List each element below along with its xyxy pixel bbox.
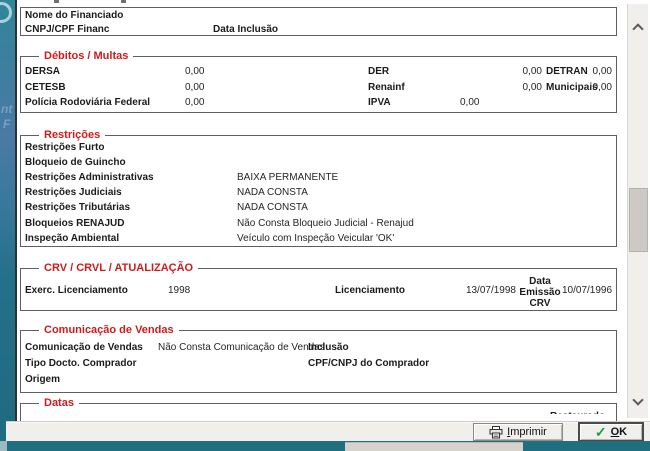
- exerc-licenciamento-label: Exerc. Licenciamento: [25, 285, 128, 296]
- vertical-scrollbar[interactable]: [627, 4, 648, 418]
- inspecao-ambiental-label: Inspeção Ambiental: [25, 233, 119, 244]
- group-title-crv: CRV / CRVL / ATUALIZAÇÃO: [39, 262, 198, 274]
- scroll-up-icon[interactable]: [632, 23, 643, 34]
- background-window-strip: nt F: [0, 0, 15, 451]
- tipo-docto-comprador-label: Tipo Docto. Comprador: [25, 358, 136, 369]
- detran-value: 0,00: [572, 66, 612, 77]
- dersa-value: 0,00: [185, 66, 204, 77]
- scroll-down-icon[interactable]: [632, 394, 643, 405]
- group-title-restricoes: Restrições: [39, 129, 105, 141]
- check-icon: ✓: [595, 425, 607, 439]
- renainf-value: 0,00: [470, 82, 542, 93]
- restricoes-judiciais-label: Restrições Judiciais: [25, 187, 122, 198]
- ipva-label: IPVA: [368, 97, 391, 108]
- policia-rodoviaria-value: 0,00: [185, 97, 204, 108]
- clipped-text-fragment: [121, 0, 126, 3]
- clipped-datas-text: Restaurado: [550, 406, 610, 414]
- data-emissao-crv-label: Data Emissão CRV: [519, 276, 561, 309]
- ok-button[interactable]: ✓ OK: [578, 422, 644, 442]
- policia-rodoviaria-label: Polícia Rodoviária Federal: [25, 97, 150, 108]
- cetesb-label: CETESB: [25, 82, 66, 93]
- background-bottom-strip: [0, 441, 650, 451]
- imprimir-button-label: Imprimir: [507, 426, 547, 438]
- inspecao-ambiental-value: Veículo com Inspeção Veicular 'OK': [237, 233, 394, 244]
- bloqueio-guincho-label: Bloqueio de Guincho: [25, 157, 126, 168]
- clipped-text-fragment: [54, 0, 59, 3]
- watermark-text: F: [3, 118, 10, 130]
- data-inclusao-label: Data Inclusão: [213, 24, 278, 35]
- group-title-vendas: Comunicação de Vendas: [39, 324, 179, 336]
- vehicle-report-dialog: nt F Nome do Financiado CNPJ/CPF Financ …: [0, 0, 650, 451]
- inclusao-label: Inclusão: [308, 342, 349, 353]
- municipais-value: 0,00: [572, 82, 612, 93]
- nome-financiado-label: Nome do Financiado: [25, 10, 123, 21]
- restricoes-administrativas-label: Restrições Administrativas: [25, 172, 154, 183]
- watermark-text: nt: [1, 103, 12, 115]
- der-value: 0,00: [470, 66, 542, 77]
- scrollbar-thumb[interactable]: [629, 188, 648, 252]
- data-emissao-crv-value: 10/07/1996: [562, 285, 612, 296]
- der-label: DER: [368, 66, 389, 77]
- restricoes-administrativas-value: BAIXA PERMANENTE: [237, 172, 338, 183]
- licenciamento-value: 13/07/1998: [440, 285, 516, 296]
- printer-icon: [489, 426, 503, 439]
- background-horizontal-scrollbar[interactable]: [345, 442, 523, 451]
- background-bottom-corner: [0, 441, 7, 451]
- restricoes-tributarias-value: NADA CONSTA: [237, 202, 308, 213]
- cnpj-cpf-financ-label: CNPJ/CPF Financ: [25, 24, 109, 35]
- ok-button-label: OK: [611, 426, 628, 438]
- logo-ring-icon: [0, 2, 12, 23]
- restricoes-furto-label: Restrições Furto: [25, 142, 104, 153]
- cpf-cnpj-comprador-label: CPF/CNPJ do Comprador: [308, 358, 429, 369]
- comunicacao-vendas-label: Comunicação de Vendas: [25, 342, 143, 353]
- renainf-label: Renainf: [368, 82, 405, 93]
- exerc-licenciamento-value: 1998: [168, 285, 190, 296]
- ipva-value: 0,00: [460, 97, 479, 108]
- comunicacao-vendas-value: Não Consta Comunicação de Vendas: [158, 342, 325, 353]
- restricoes-tributarias-label: Restrições Tributárias: [25, 202, 130, 213]
- group-title-debitos: Débitos / Multas: [39, 50, 133, 62]
- bloqueios-renajud-label: Bloqueios RENAJUD: [25, 218, 124, 229]
- cetesb-value: 0,00: [185, 82, 204, 93]
- licenciamento-label: Licenciamento: [335, 285, 405, 296]
- bloqueios-renajud-value: Não Consta Bloqueio Judicial - Renajud: [237, 218, 414, 229]
- imprimir-button[interactable]: Imprimir: [473, 423, 563, 441]
- origem-label: Origem: [25, 374, 60, 385]
- restricoes-judiciais-value: NADA CONSTA: [237, 187, 308, 198]
- group-title-datas: Datas: [39, 397, 79, 409]
- dersa-label: DERSA: [25, 66, 60, 77]
